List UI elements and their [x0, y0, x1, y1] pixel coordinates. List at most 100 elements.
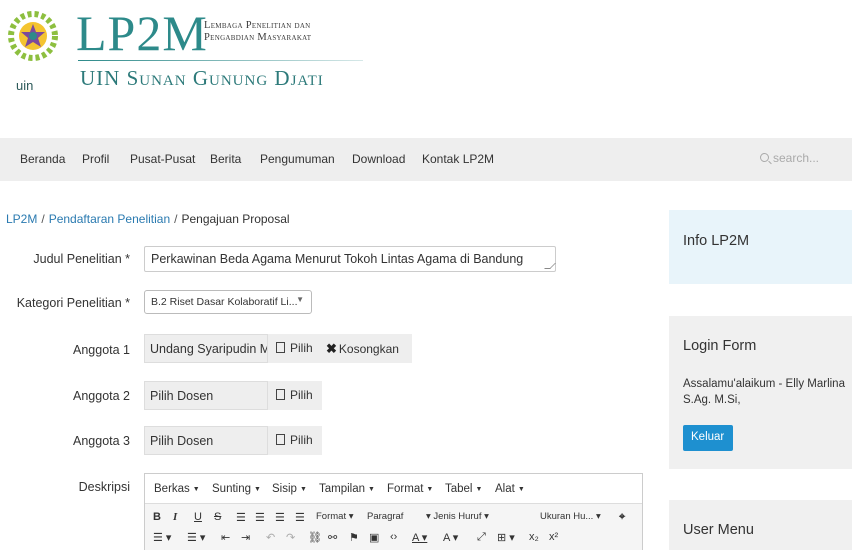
outdent-icon[interactable]: ⇤ [221, 531, 230, 544]
jenis-huruf-dropdown-label: Jenis Huruf [433, 511, 482, 522]
text-color-icon[interactable]: A ▾ [412, 531, 427, 544]
editor-menu-tabel[interactable]: Tabel ▼ [445, 483, 482, 495]
superscript-icon[interactable]: x² [549, 531, 558, 543]
italic-icon[interactable]: I [173, 511, 177, 523]
nav-item-beranda[interactable]: Beranda [20, 152, 65, 166]
logo-subtitle-line2: Pengabdian Masyarakat [204, 32, 312, 43]
nav-item-download[interactable]: Download [352, 152, 405, 166]
editor-menu-sisip-label: Sisip [272, 483, 297, 495]
background-color-icon[interactable]: A ▾ [443, 531, 458, 544]
anggota1-pilih-button[interactable]: Pilih [268, 334, 322, 363]
editor-menu-sisip[interactable]: Sisip ▼ [272, 483, 307, 495]
kategori-value: B.2 Riset Dasar Kolaboratif Li... [151, 296, 298, 308]
anggota1-field[interactable]: Undang Syaripudin M.Kom [144, 334, 268, 363]
login-form-panel: Login Form Assalamu'alaikum - Elly Marli… [669, 316, 852, 469]
breadcrumb-pendaftaran[interactable]: Pendaftaran Penelitian [49, 212, 170, 226]
format-dropdown-label: Format [316, 511, 347, 522]
login-form-title: Login Form [683, 338, 757, 354]
editor-menu-tampilan-label: Tampilan [319, 483, 366, 495]
file-icon [276, 389, 285, 400]
code-icon[interactable]: ‹› [390, 531, 397, 543]
main-navbar: Beranda Profil Pusat-Pusat Berita Pengum… [0, 138, 852, 181]
undo-icon[interactable]: ↶ [266, 531, 275, 544]
editor-menubar: Berkas ▼ Sunting ▼ Sisip ▼ Tampilan ▼ Format… [145, 474, 642, 504]
align-center-icon[interactable]: ☰ [255, 511, 265, 524]
rich-text-editor[interactable]: Berkas ▼ Sunting ▼ Sisip ▼ Tampilan ▼ Format… [144, 473, 643, 550]
anggota3-label: Anggota 3 [73, 434, 130, 448]
search-icon [760, 153, 769, 162]
breadcrumb: LP2M / Pendaftaran Penelitian / Pengajuan Pr… [6, 212, 290, 226]
editor-menu-berkas[interactable]: Berkas ▼ [154, 483, 200, 495]
logout-button[interactable]: Keluar [683, 425, 733, 451]
paragraf-dropdown-label: Paragraf [367, 511, 404, 522]
editor-menu-tampilan[interactable]: Tampilan ▼ [319, 483, 375, 495]
nav-item-profil[interactable]: Profil [82, 152, 109, 166]
logo-title: LP2M [76, 5, 208, 61]
ukuran-huruf-dropdown-label: Ukuran Hu... [540, 511, 594, 522]
editor-toolbar-row2: ☰ ▾ ☰ ▾ ⇤ ⇥ ↶ ↷ ⛓ ⚯ ⚑ ▣ ‹› A ▾ A ▾ ⤢ ⊞ ▾… [145, 531, 642, 550]
numbered-list-icon[interactable]: ☰ ▾ [187, 531, 205, 544]
anggota1-kosongkan-button[interactable]: ✖ Kosongkan [322, 334, 412, 363]
editor-menu-format-label: Format [387, 483, 424, 495]
anggota2-pilih-label: Pilih [290, 388, 313, 402]
editor-menu-berkas-label: Berkas [154, 483, 190, 495]
resize-handle-icon[interactable] [544, 263, 556, 269]
editor-menu-format[interactable]: Format ▼ [387, 483, 433, 495]
uin-emblem-icon [8, 11, 58, 61]
close-icon: ✖ [326, 341, 337, 356]
paragraf-dropdown[interactable]: Paragraf [367, 511, 403, 522]
judul-value: Perkawinan Beda Agama Menurut Tokoh Lint… [151, 252, 524, 266]
fullscreen-icon[interactable]: ⤢ [477, 531, 486, 544]
jenis-huruf-dropdown[interactable]: ▾ Jenis Huruf ▾ [426, 511, 489, 522]
ukuran-huruf-dropdown[interactable]: Ukuran Hu... ▾ [540, 511, 601, 522]
editor-menu-sunting-label: Sunting [212, 483, 252, 495]
editor-menu-tabel-label: Tabel [445, 483, 473, 495]
subscript-icon[interactable]: x₂ [529, 531, 539, 543]
editor-menu-sunting[interactable]: Sunting ▼ [212, 483, 261, 495]
anggota1-label: Anggota 1 [73, 343, 130, 357]
info-lp2m-panel: Info LP2M [669, 210, 852, 284]
underline-icon[interactable]: U [194, 511, 202, 523]
search-box[interactable]: search... [760, 151, 819, 165]
bookmark-icon[interactable]: ⚑ [349, 531, 359, 544]
indent-icon[interactable]: ⇥ [241, 531, 250, 544]
breadcrumb-lp2m[interactable]: LP2M [6, 212, 37, 226]
anggota3-field[interactable]: Pilih Dosen [144, 426, 268, 455]
strikethrough-icon[interactable]: S [214, 511, 221, 523]
align-right-icon[interactable]: ☰ [275, 511, 285, 524]
logo-institution: UIN Sunan Gunung Djati [80, 66, 324, 90]
user-menu-title: User Menu [683, 522, 754, 538]
file-icon [276, 434, 285, 445]
unlink-icon[interactable]: ⚯ [328, 531, 337, 544]
link-icon[interactable]: ⛓ [308, 531, 322, 544]
site-header: uin LP2M Lembaga Penelitian dan Pengabdi… [0, 0, 852, 140]
align-justify-icon[interactable]: ☰ [295, 511, 305, 524]
logo-subtitle: Lembaga Penelitian dan Pengabdian Masyar… [204, 20, 311, 44]
bold-icon[interactable]: B [153, 511, 161, 523]
nav-item-kontak[interactable]: Kontak LP2M [422, 152, 494, 166]
judul-textarea[interactable]: Perkawinan Beda Agama Menurut Tokoh Lint… [144, 246, 556, 272]
anggota2-label: Anggota 2 [73, 389, 130, 403]
anggota2-pilih-button[interactable]: Pilih [268, 381, 322, 410]
anggota2-field[interactable]: Pilih Dosen [144, 381, 268, 410]
image-icon[interactable]: ▣ [369, 531, 379, 544]
kategori-label: Kategori Penelitian * [16, 296, 130, 310]
binoculars-icon[interactable]: ⌖ [619, 511, 625, 524]
nav-item-berita[interactable]: Berita [210, 152, 241, 166]
table-icon[interactable]: ⊞ ▾ [497, 531, 515, 544]
nav-item-pengumuman[interactable]: Pengumuman [260, 152, 335, 166]
nav-item-pusat-pusat[interactable]: Pusat-Pusat [130, 152, 195, 166]
anggota3-pilih-button[interactable]: Pilih [268, 426, 322, 455]
anggota1-pilih-label: Pilih [290, 341, 313, 355]
logo-subtitle-line1: Lembaga Penelitian dan [204, 20, 311, 31]
bullet-list-icon[interactable]: ☰ ▾ [153, 531, 171, 544]
editor-toolbar-row1: B I U S ☰ ☰ ☰ ☰ Format ▾ Paragraf ▾ Jeni… [145, 511, 642, 531]
align-left-icon[interactable]: ☰ [236, 511, 246, 524]
anggota1-kosongkan-label: Kosongkan [338, 342, 399, 356]
chevron-down-icon: ▼ [296, 295, 304, 304]
format-dropdown[interactable]: Format ▾ [316, 511, 354, 522]
editor-menu-alat[interactable]: Alat ▼ [495, 483, 525, 495]
info-lp2m-title: Info LP2M [683, 233, 750, 249]
kategori-select[interactable]: B.2 Riset Dasar Kolaboratif Li... ▼ [144, 290, 312, 314]
redo-icon[interactable]: ↷ [286, 531, 295, 544]
